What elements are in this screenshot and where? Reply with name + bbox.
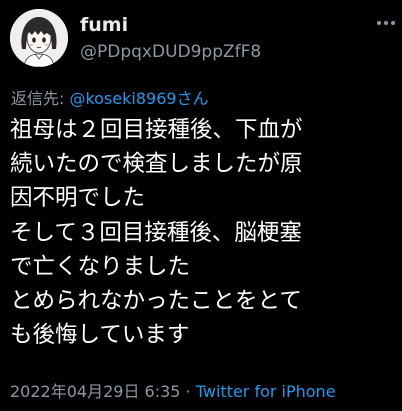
tweet-text-line: で亡くなりました xyxy=(10,253,191,280)
tweet-meta: 2022年04月29日 6:35 · Twitter for iPhone xyxy=(10,378,336,402)
tweet-source-link[interactable]: Twitter for iPhone xyxy=(196,382,336,401)
reply-mention-link[interactable]: @koseki8969さん xyxy=(69,89,208,108)
tweet-card: fumi @PDpqxDUD9ppZfF8 返信先: @koseki8969さん… xyxy=(0,0,402,411)
cartoon-girl-avatar-icon xyxy=(10,9,68,67)
tweet-timestamp[interactable]: 2022年04月29日 6:35 xyxy=(10,382,180,401)
author-display-name[interactable]: fumi xyxy=(80,14,128,36)
tweet-text-line: 因不明でした xyxy=(10,185,146,212)
more-options-icon xyxy=(377,21,395,25)
tweet-text-line: そして３回目接種後、脳梗塞 xyxy=(10,219,302,246)
meta-separator: · xyxy=(180,382,196,401)
tweet-text-line: 続いたので検査しましたが原 xyxy=(10,151,303,178)
reply-to-line: 返信先: @koseki8969さん xyxy=(11,85,209,109)
tweet-text-line: とめられなかったことをとて xyxy=(10,288,302,315)
tweet-text: 祖母は２回目接種後、下血が 続いたので検査しましたが原 因不明でしたそして３回目接種… xyxy=(10,113,402,352)
more-options-button[interactable] xyxy=(376,16,396,30)
tweet-text-line: も後悔しています xyxy=(10,322,190,349)
tweet-text-line: 祖母は２回目接種後、下血が xyxy=(10,117,303,143)
avatar[interactable] xyxy=(10,9,68,67)
author-handle[interactable]: @PDpqxDUD9ppZfF8 xyxy=(80,42,261,62)
reply-to-prefix: 返信先: xyxy=(11,89,70,108)
